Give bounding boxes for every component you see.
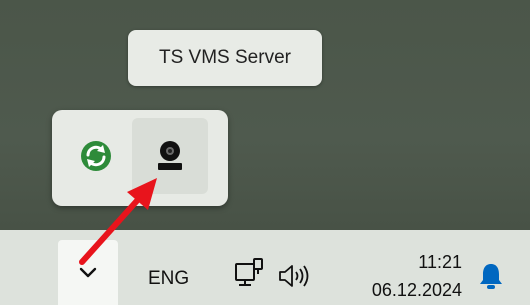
tooltip-text: TS VMS Server xyxy=(159,47,291,68)
volume-icon[interactable] xyxy=(278,264,312,288)
bell-icon[interactable] xyxy=(478,262,504,290)
language-indicator[interactable]: ENG xyxy=(148,268,189,290)
show-hidden-icons-button[interactable] xyxy=(58,240,118,305)
clock-time: 11:21 xyxy=(418,252,462,272)
tray-tooltip: TS VMS Server xyxy=(128,30,322,86)
network-icon[interactable] xyxy=(234,258,264,288)
clock[interactable]: 11:21 06.12.2024 xyxy=(372,248,462,304)
taskbar: ENG 11:21 06.12.2024 xyxy=(0,230,530,305)
sync-icon xyxy=(81,141,111,171)
vms-server-tray-button[interactable] xyxy=(132,118,208,194)
clock-date: 06.12.2024 xyxy=(371,280,462,300)
webcam-icon xyxy=(158,141,182,170)
chevron-down-icon xyxy=(79,267,97,277)
sync-tray-button[interactable] xyxy=(58,118,134,194)
tray-overflow-popup xyxy=(52,110,228,206)
